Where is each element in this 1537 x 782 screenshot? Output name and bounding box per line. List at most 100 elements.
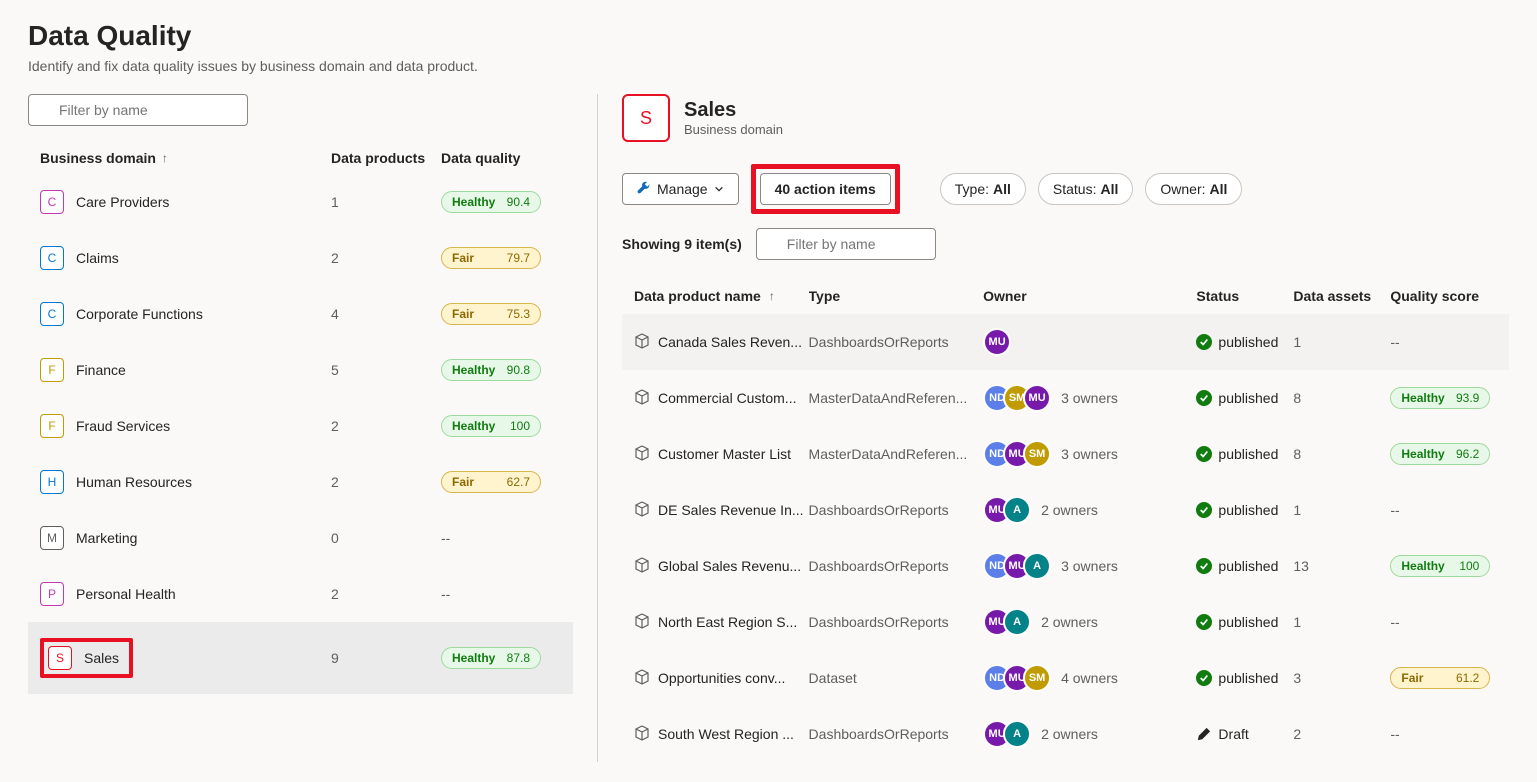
product-status: published xyxy=(1196,614,1293,630)
domain-avatar-small: P xyxy=(40,582,64,606)
domain-avatar-small: S xyxy=(48,646,72,670)
domain-row[interactable]: FFinance5Healthy90.8 xyxy=(28,342,573,398)
product-name: Commercial Custom... xyxy=(658,390,796,406)
product-status: published xyxy=(1196,334,1293,350)
detail-panel: S Sales Business domain Manage xyxy=(598,94,1509,762)
check-icon xyxy=(1196,390,1212,406)
domain-avatar-small: C xyxy=(40,246,64,270)
filter-owner-value: All xyxy=(1210,181,1228,197)
domain-row[interactable]: FFraud Services2Healthy100 xyxy=(28,398,573,454)
product-row[interactable]: Opportunities conv... DatasetNDMUSM4 owne… xyxy=(622,650,1509,706)
domain-avatar-small: F xyxy=(40,358,64,382)
domain-row[interactable]: SSales9Healthy87.8 xyxy=(28,622,573,694)
product-row[interactable]: South West Region ... DashboardsOrReports… xyxy=(622,706,1509,762)
domain-name: Marketing xyxy=(76,530,137,546)
product-name: North East Region S... xyxy=(658,614,797,630)
product-score: Healthy93.9 xyxy=(1390,387,1497,409)
product-row[interactable]: DE Sales Revenue In...DashboardsOrReport… xyxy=(622,482,1509,538)
product-score: Healthy96.2 xyxy=(1390,443,1497,465)
product-score: -- xyxy=(1390,726,1497,742)
domain-filter-input[interactable] xyxy=(28,94,248,126)
product-status: Draft xyxy=(1196,726,1293,742)
check-icon xyxy=(1196,670,1212,686)
owner-count: 3 owners xyxy=(1061,390,1118,406)
manage-label: Manage xyxy=(657,181,708,197)
owner-count: 2 owners xyxy=(1041,502,1098,518)
check-icon xyxy=(1196,446,1212,462)
filter-status-label: Status: xyxy=(1053,181,1097,197)
domain-quality: Fair75.3 xyxy=(441,303,561,325)
product-name: Opportunities conv... xyxy=(658,670,785,686)
col-header-score[interactable]: Quality score xyxy=(1390,288,1497,304)
col-header-domain[interactable]: Business domain xyxy=(40,150,156,166)
domain-quality: Fair62.7 xyxy=(441,471,561,493)
product-row[interactable]: North East Region S...DashboardsOrReport… xyxy=(622,594,1509,650)
manage-button[interactable]: Manage xyxy=(622,173,739,205)
product-owner: NDMUSM4 owners xyxy=(983,664,1196,692)
filter-type-value: All xyxy=(993,181,1011,197)
product-row[interactable]: Global Sales Revenu...DashboardsOrReport… xyxy=(622,538,1509,594)
domain-row[interactable]: CCare Providers1Healthy90.4 xyxy=(28,174,573,230)
domain-quality: -- xyxy=(441,530,561,546)
domain-row[interactable]: MMarketing0-- xyxy=(28,510,573,566)
product-type: Dataset xyxy=(809,670,984,686)
product-name: Global Sales Revenu... xyxy=(658,558,801,574)
action-items-highlight: 40 action items xyxy=(751,164,900,214)
domain-row[interactable]: HHuman Resources2Fair62.7 xyxy=(28,454,573,510)
product-type: DashboardsOrReports xyxy=(809,726,984,742)
col-header-type[interactable]: Type xyxy=(809,288,984,304)
owner-avatar: MU xyxy=(1023,384,1051,412)
domain-highlight: S Sales xyxy=(40,638,133,678)
products-header: Data product name ↑ Type Owner Status Da… xyxy=(622,278,1509,314)
product-score: Healthy100 xyxy=(1390,555,1497,577)
filter-owner[interactable]: Owner: All xyxy=(1145,173,1242,205)
product-type: DashboardsOrReports xyxy=(809,334,984,350)
product-status: published xyxy=(1196,446,1293,462)
col-header-data-quality[interactable]: Data quality xyxy=(441,150,561,166)
product-score: -- xyxy=(1390,334,1497,350)
filter-status[interactable]: Status: All xyxy=(1038,173,1133,205)
cube-icon xyxy=(634,333,650,352)
domain-products-count: 4 xyxy=(331,306,441,322)
filter-type[interactable]: Type: All xyxy=(940,173,1026,205)
chevron-down-icon xyxy=(714,181,724,197)
domain-avatar-small: F xyxy=(40,414,64,438)
domain-row[interactable]: CCorporate Functions4Fair75.3 xyxy=(28,286,573,342)
domain-row[interactable]: CClaims2Fair79.7 xyxy=(28,230,573,286)
product-assets: 2 xyxy=(1293,726,1390,742)
product-row[interactable]: Customer Master ListMasterDataAndReferen… xyxy=(622,426,1509,482)
domain-name: Care Providers xyxy=(76,194,169,210)
domain-name: Personal Health xyxy=(76,586,176,602)
product-row[interactable]: Commercial Custom...MasterDataAndReferen… xyxy=(622,370,1509,426)
domain-name: Sales xyxy=(84,650,119,666)
product-filter-input[interactable] xyxy=(756,228,936,260)
domain-row[interactable]: PPersonal Health2-- xyxy=(28,566,573,622)
product-type: DashboardsOrReports xyxy=(809,502,984,518)
cube-icon xyxy=(634,613,650,632)
detail-title: Sales xyxy=(684,99,783,122)
col-header-data-products[interactable]: Data products xyxy=(331,150,441,166)
showing-count: Showing 9 item(s) xyxy=(622,236,742,252)
product-owner: MUA2 owners xyxy=(983,608,1196,636)
action-items-button[interactable]: 40 action items xyxy=(760,173,891,205)
cube-icon xyxy=(634,445,650,464)
owner-avatar: SM xyxy=(1023,440,1051,468)
product-score: Fair61.2 xyxy=(1390,667,1497,689)
col-header-status[interactable]: Status xyxy=(1196,288,1293,304)
sort-ascending-icon: ↑ xyxy=(769,289,775,303)
product-status: published xyxy=(1196,670,1293,686)
col-header-product-name[interactable]: Data product name xyxy=(634,288,761,304)
draft-icon xyxy=(1196,726,1212,742)
domain-avatar-small: C xyxy=(40,302,64,326)
page-title: Data Quality xyxy=(28,20,1509,52)
product-row[interactable]: Canada Sales Reven... DashboardsOrReports… xyxy=(622,314,1509,370)
product-assets: 13 xyxy=(1293,558,1390,574)
cube-icon xyxy=(634,669,650,688)
col-header-assets[interactable]: Data assets xyxy=(1293,288,1390,304)
filter-status-value: All xyxy=(1100,181,1118,197)
col-header-owner[interactable]: Owner xyxy=(983,288,1196,304)
owner-count: 2 owners xyxy=(1041,614,1098,630)
product-name: Canada Sales Reven... xyxy=(658,334,802,350)
sort-ascending-icon: ↑ xyxy=(162,151,168,165)
product-name: South West Region ... xyxy=(658,726,794,742)
